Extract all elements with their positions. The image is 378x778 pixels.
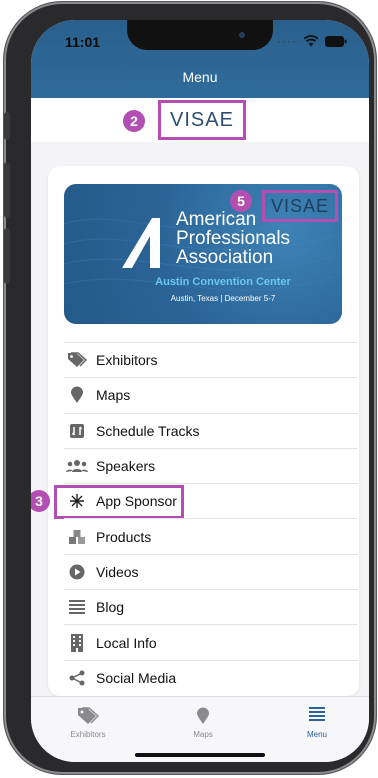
menu-item-label: Videos: [96, 563, 139, 580]
map-pin-icon: [66, 384, 88, 406]
app-header: 11:01 ···· Menu: [31, 20, 369, 98]
menu-item-label: Exhibitors: [96, 352, 158, 369]
menu-item-videos[interactable]: Videos: [64, 553, 358, 589]
menu-item-blog[interactable]: Blog: [64, 589, 358, 624]
annotation-badge-2: 2: [123, 110, 145, 132]
menu-item-label: Speakers: [96, 458, 156, 475]
org-name-line-2: Professionals: [176, 228, 291, 249]
sparkle-icon: [66, 490, 88, 512]
map-pin-icon: [163, 707, 243, 727]
tag-icon: [48, 707, 128, 727]
play-icon: [66, 561, 88, 583]
share-icon: [66, 667, 88, 689]
menu-item-products[interactable]: Products: [64, 518, 358, 553]
volume-down-button: [4, 228, 10, 284]
annotation-badge-3: 3: [31, 490, 50, 513]
battery-icon: [325, 35, 347, 47]
status-icons: ····: [277, 34, 347, 48]
brand-logo-text: VISAE: [170, 108, 234, 131]
cellular-signal-icon: ····: [277, 34, 297, 48]
phone-screen: 11:01 ···· Menu 2 VISAE American Profess…: [31, 20, 369, 762]
tab-label: Maps: [193, 730, 213, 739]
menu-list: Exhibitors Maps Schedule Tracks Speakers…: [31, 342, 358, 695]
building-icon: [66, 632, 88, 654]
phone-frame: 11:01 ···· Menu 2 VISAE American Profess…: [4, 2, 376, 774]
menu-item-label: Local Info: [96, 634, 157, 651]
menu-item-label: Schedule Tracks: [96, 422, 200, 439]
speakers-icon: [66, 455, 88, 477]
tab-label: Menu: [306, 730, 327, 739]
home-indicator: [135, 753, 265, 757]
tab-exhibitors[interactable]: Exhibitors: [48, 707, 128, 739]
tab-maps[interactable]: Maps: [163, 707, 243, 739]
tab-menu[interactable]: Menu: [277, 707, 357, 739]
menu-item-maps[interactable]: Maps: [64, 377, 358, 412]
menu-item-social-media[interactable]: Social Media: [64, 659, 358, 695]
notch: [127, 20, 273, 50]
menu-item-label: Products: [96, 528, 152, 545]
tag-icon: [66, 349, 88, 371]
event-banner[interactable]: American Professionals Association Austi…: [64, 184, 342, 324]
menu-item-speakers[interactable]: Speakers: [64, 447, 358, 483]
wifi-icon: [303, 35, 319, 47]
sponsor-logo[interactable]: VISAE: [262, 190, 338, 222]
event-venue: Austin Convention Center: [155, 276, 291, 288]
menu-item-label: App Sponsor: [96, 493, 177, 510]
brand-logo[interactable]: VISAE: [158, 100, 246, 140]
menu-item-label: Social Media: [96, 669, 177, 686]
org-name-line-3: Association: [176, 247, 274, 268]
annotation-badge-5: 5: [230, 190, 252, 212]
sponsor-logo-text: VISAE: [270, 195, 330, 216]
menu-item-local-info[interactable]: Local Info: [64, 624, 358, 659]
menu-item-label: Maps: [96, 387, 131, 404]
silent-switch: [4, 112, 10, 140]
brand-logo-strip: 2 VISAE: [31, 98, 369, 142]
menu-item-label: Blog: [96, 599, 125, 616]
front-camera: [239, 32, 245, 38]
menu-item-schedule-tracks[interactable]: Schedule Tracks: [64, 412, 358, 448]
schedule-tracks-icon: [66, 420, 88, 442]
status-time: 11:01: [65, 34, 101, 50]
page-title: Menu: [182, 69, 218, 85]
menu-item-app-sponsor[interactable]: 3 App Sponsor: [31, 483, 358, 520]
menu-item-exhibitors[interactable]: Exhibitors: [64, 342, 358, 377]
volume-up-button: [4, 162, 10, 218]
menu-card: American Professionals Association Austi…: [31, 166, 359, 696]
event-date: Austin, Texas | December 5-7: [170, 294, 276, 303]
apa-logo-mark: [122, 218, 160, 268]
hamburger-menu-icon: [277, 707, 357, 727]
list-icon: [66, 596, 88, 618]
tab-label: Exhibitors: [70, 730, 106, 739]
boxes-icon: [66, 526, 88, 548]
